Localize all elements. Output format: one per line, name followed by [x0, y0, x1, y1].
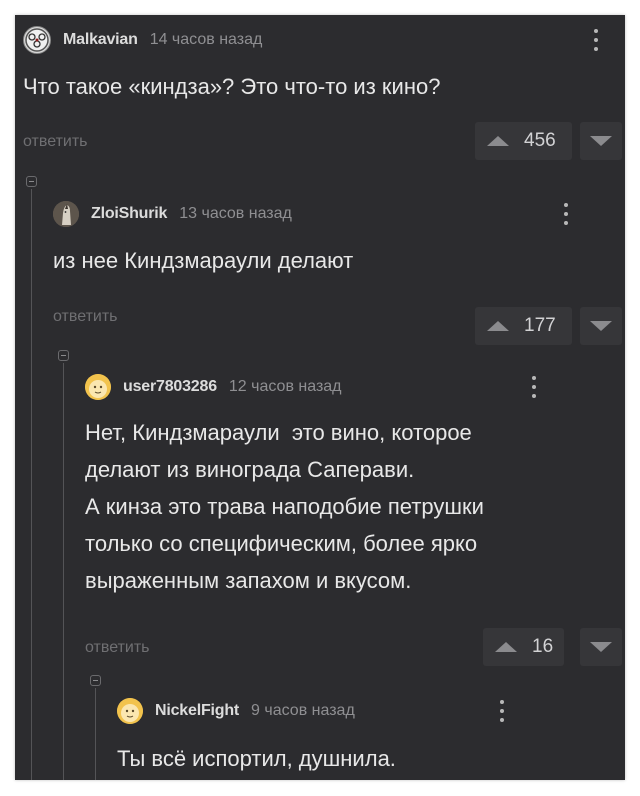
default-avatar-icon[interactable]	[117, 698, 143, 724]
comment-timestamp: 13 часов назад	[179, 205, 292, 222]
arrow-up-icon	[487, 321, 509, 331]
upvote-button[interactable]: 456	[475, 122, 572, 160]
comment-header: Malkavian 14 часов назад	[23, 22, 262, 58]
reply-button[interactable]: ответить	[53, 308, 118, 326]
collapse-thread-button-3[interactable]	[90, 675, 101, 686]
rating-count: 177	[524, 315, 556, 336]
arrow-down-icon	[590, 136, 612, 146]
comment-username[interactable]: user7803286	[123, 378, 217, 396]
reply-button[interactable]: ответить	[23, 133, 88, 151]
downvote-button[interactable]	[580, 307, 622, 345]
comment-text: Нет, Киндзмараули это вино, которое дела…	[85, 420, 484, 593]
comment-header: user7803286 12 часов назад	[85, 369, 342, 405]
upvote-button[interactable]: 16	[483, 628, 564, 666]
arrow-up-icon	[487, 136, 509, 146]
thread-line-2	[63, 363, 64, 780]
comment-text: Ты всё испортил, душнила.	[117, 746, 396, 771]
thread-line-1	[31, 189, 32, 780]
horse-avatar-icon[interactable]	[53, 201, 79, 227]
reply-button[interactable]: ответить	[85, 639, 150, 657]
arrow-down-icon	[590, 321, 612, 331]
upvote-button[interactable]: 177	[475, 307, 572, 345]
malkavian-emblem-icon[interactable]	[23, 26, 51, 54]
downvote-button[interactable]	[580, 628, 622, 666]
collapse-thread-button-2[interactable]	[58, 350, 69, 361]
comment-timestamp: 12 часов назад	[228, 378, 342, 395]
collapse-thread-button-1[interactable]	[26, 176, 37, 187]
rating-count: 456	[524, 130, 556, 151]
comment-timestamp: 14 часов назад	[149, 31, 263, 48]
more-options-icon[interactable]	[559, 200, 573, 228]
more-options-icon[interactable]	[527, 373, 541, 401]
arrow-down-icon	[590, 642, 612, 652]
arrow-up-icon	[495, 642, 517, 652]
comments-panel: Malkavian 14 часов назад Что такое «кинд…	[15, 15, 625, 780]
more-options-icon[interactable]	[495, 697, 509, 725]
comment-timestamp: 9 часов назад	[251, 702, 355, 719]
thread-line-3	[95, 688, 96, 780]
comment-username[interactable]: NickelFight	[155, 702, 239, 720]
downvote-button[interactable]	[580, 122, 622, 160]
more-options-icon[interactable]	[589, 26, 603, 54]
comment-username[interactable]: ZloiShurik	[91, 205, 167, 223]
comment-text: Что такое «киндза»? Это что-то из кино?	[23, 74, 441, 99]
rating-count: 16	[532, 636, 554, 657]
comment-text: из нее Киндзмараули делают	[53, 248, 354, 273]
comment-username[interactable]: Malkavian	[63, 31, 138, 49]
comment-header: NickelFight 9 часов назад	[117, 693, 355, 729]
default-avatar-icon[interactable]	[85, 374, 111, 400]
comment-header: ZloiShurik 13 часов назад	[53, 196, 292, 232]
